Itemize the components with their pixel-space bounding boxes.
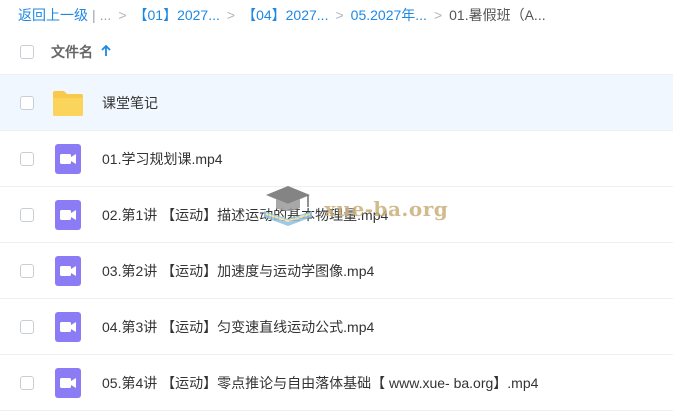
row-checkbox[interactable] bbox=[20, 151, 34, 166]
file-name: 05.第4讲 【运动】零点推论与自由落体基础【 www.xue- ba.org】… bbox=[102, 374, 539, 391]
video-file-icon bbox=[52, 143, 84, 175]
list-item-video[interactable]: 02.第1讲 【运动】描述运动的基本物理量.mp4 bbox=[0, 187, 673, 243]
back-link[interactable]: 返回上一级 bbox=[18, 5, 88, 25]
chevron-right-icon: > bbox=[433, 7, 443, 23]
file-list: 课堂笔记 01.学习规划课.mp4 02.第1讲 【运动】描述运动的基本物理量.… bbox=[0, 75, 673, 411]
row-checkbox[interactable] bbox=[20, 95, 34, 110]
list-item-video[interactable]: 05.第4讲 【运动】零点推论与自由落体基础【 www.xue- ba.org】… bbox=[0, 355, 673, 411]
breadcrumb-item-2[interactable]: 【04】2027... bbox=[242, 5, 328, 25]
breadcrumb-current: 01.暑假班（A... bbox=[449, 7, 546, 23]
list-item-folder[interactable]: 课堂笔记 bbox=[0, 75, 673, 131]
breadcrumb-ellipsis[interactable]: ... bbox=[100, 7, 112, 23]
row-checkbox[interactable] bbox=[20, 263, 34, 278]
row-checkbox[interactable] bbox=[20, 207, 34, 222]
list-item-video[interactable]: 01.学习规划课.mp4 bbox=[0, 131, 673, 187]
list-item-video[interactable]: 04.第3讲 【运动】匀变速直线运动公式.mp4 bbox=[0, 299, 673, 355]
video-file-icon bbox=[52, 199, 84, 231]
select-all-checkbox[interactable] bbox=[20, 45, 34, 59]
video-file-icon bbox=[52, 311, 84, 343]
file-name: 03.第2讲 【运动】加速度与运动学图像.mp4 bbox=[102, 262, 375, 279]
breadcrumb-divider: | bbox=[92, 7, 96, 23]
row-checkbox[interactable] bbox=[20, 375, 34, 390]
breadcrumb-item-3[interactable]: 05.2027年... bbox=[351, 5, 427, 25]
column-header-name[interactable]: 文件名 bbox=[51, 42, 111, 62]
column-header-label: 文件名 bbox=[51, 44, 93, 60]
video-file-icon bbox=[52, 367, 84, 399]
chevron-right-icon: > bbox=[226, 7, 236, 23]
arrow-up-icon[interactable] bbox=[101, 44, 111, 60]
folder-icon bbox=[52, 87, 84, 119]
video-file-icon bbox=[52, 255, 84, 287]
list-item-video[interactable]: 03.第2讲 【运动】加速度与运动学图像.mp4 bbox=[0, 243, 673, 299]
file-name: 01.学习规划课.mp4 bbox=[102, 150, 223, 167]
breadcrumb: 返回上一级 | ... > 【01】2027... > 【04】2027... … bbox=[0, 0, 673, 30]
chevron-right-icon: > bbox=[335, 7, 344, 23]
file-list-header: 文件名 bbox=[0, 30, 673, 75]
chevron-right-icon: > bbox=[118, 7, 127, 23]
file-name: 04.第3讲 【运动】匀变速直线运动公式.mp4 bbox=[102, 318, 375, 335]
breadcrumb-item-1[interactable]: 【01】2027... bbox=[134, 5, 220, 25]
file-name: 课堂笔记 bbox=[102, 94, 158, 111]
row-checkbox[interactable] bbox=[20, 319, 34, 334]
file-name: 02.第1讲 【运动】描述运动的基本物理量.mp4 bbox=[102, 206, 389, 223]
